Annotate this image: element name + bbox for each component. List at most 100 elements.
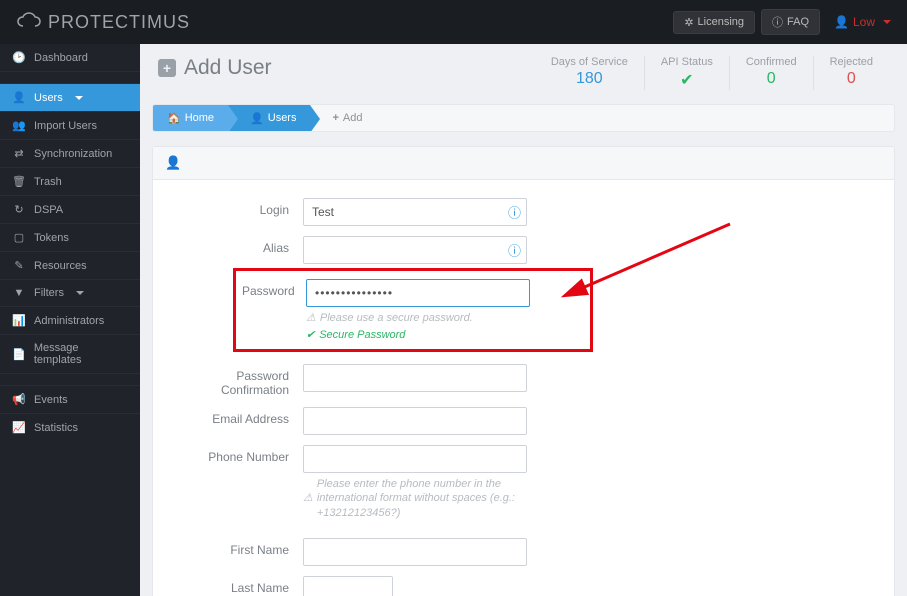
- breadcrumb-label: Add: [343, 112, 363, 124]
- topbar: PROTECTIMUS ✲ Licensing ⓘ FAQ 👤 Low: [0, 0, 907, 44]
- stat-value: 180: [551, 70, 628, 88]
- breadcrumb: 🏠 Home 👤 Users + Add: [152, 104, 895, 132]
- sidebar-label: Resources: [34, 260, 87, 272]
- stat-confirmed: Confirmed 0: [729, 56, 813, 90]
- stats-bar: Days of Service 180 API Status ✔ Confirm…: [535, 56, 889, 90]
- info-icon[interactable]: ⓘ: [508, 203, 521, 222]
- sun-icon: ✲: [684, 16, 693, 29]
- stat-value: 0: [746, 70, 797, 88]
- stat-days-of-service: Days of Service 180: [535, 56, 644, 90]
- sidebar-item-message-templates[interactable]: 📄Message templates: [0, 334, 140, 373]
- password-highlight-box: Password ⚠Please use a secure password. …: [233, 268, 593, 352]
- users-icon: 👤: [12, 91, 26, 104]
- sidebar-label: Administrators: [34, 315, 104, 327]
- stat-value: 0: [830, 70, 873, 88]
- breadcrumb-label: Home: [185, 112, 214, 124]
- admin-icon: 📊: [12, 314, 26, 327]
- sidebar: 🕑 Dashboard 👤Users 👥 Import Users ⇄Synchro…: [0, 44, 140, 596]
- breadcrumb-label: Users: [268, 112, 297, 124]
- sidebar-label: DSPA: [34, 204, 63, 216]
- alias-label: Alias: [173, 236, 303, 255]
- info-icon[interactable]: ⓘ: [508, 241, 521, 260]
- stat-label: Days of Service: [551, 56, 628, 68]
- password-hint: ⚠Please use a secure password.: [306, 311, 530, 324]
- form-panel: 👤 Login ⓘ Alias ⓘ: [152, 146, 895, 596]
- info-icon: ⓘ: [772, 14, 783, 30]
- user-dropdown[interactable]: 👤 Low: [826, 15, 891, 29]
- resources-icon: ✎: [12, 259, 26, 272]
- warning-icon: ⚠: [306, 311, 316, 324]
- warning-icon: ⚠: [303, 491, 313, 505]
- sidebar-label: Dashboard: [34, 52, 88, 64]
- sidebar-item-administrators[interactable]: 📊 Administrators: [0, 306, 140, 334]
- stat-api-status: API Status ✔: [644, 56, 729, 90]
- sidebar-label: Statistics: [34, 422, 78, 434]
- login-input[interactable]: [303, 198, 527, 226]
- licensing-button[interactable]: ✲ Licensing: [673, 11, 755, 34]
- user-icon: 👤: [834, 15, 849, 29]
- cloud-lock-icon: [16, 12, 42, 32]
- check-circle-icon: ✔: [306, 328, 315, 341]
- sidebar-label: Import Users: [34, 120, 97, 132]
- sidebar-label: Synchronization: [34, 148, 112, 160]
- stat-label: Rejected: [830, 56, 873, 68]
- sidebar-label: Tokens: [34, 232, 69, 244]
- sidebar-item-trash[interactable]: 🗑 Trash: [0, 167, 140, 195]
- dashboard-icon: 🕑: [12, 51, 26, 64]
- trash-icon: 🗑: [12, 175, 26, 188]
- last-name-label: Last Name: [173, 576, 303, 595]
- first-name-label: First Name: [173, 538, 303, 557]
- sidebar-item-filters[interactable]: ▼ Filters: [0, 279, 140, 306]
- brand-text: PROTECTIMUS: [48, 12, 190, 33]
- user-icon: 👤: [250, 112, 264, 125]
- panel-header: 👤: [153, 147, 894, 180]
- panel-body: Login ⓘ Alias ⓘ: [153, 180, 894, 596]
- sidebar-item-statistics[interactable]: 📈 Statistics: [0, 413, 140, 441]
- page-title: + Add User: [158, 56, 272, 80]
- sidebar-item-resources[interactable]: ✎ Resources: [0, 251, 140, 279]
- sidebar-item-events[interactable]: 📢 Events: [0, 385, 140, 413]
- stats-icon: 📈: [12, 421, 26, 434]
- breadcrumb-home[interactable]: 🏠 Home: [153, 105, 228, 131]
- alias-input[interactable]: [303, 236, 527, 264]
- events-icon: 📢: [12, 393, 26, 406]
- last-name-input[interactable]: [303, 576, 393, 596]
- password-secure-indicator: ✔Secure Password: [306, 328, 530, 341]
- password-confirm-input[interactable]: [303, 364, 527, 392]
- home-icon: 🏠: [167, 112, 181, 125]
- stat-rejected: Rejected 0: [813, 56, 889, 90]
- sidebar-label: Events: [34, 394, 68, 406]
- import-icon: 👥: [12, 119, 26, 132]
- first-name-input[interactable]: [303, 538, 527, 566]
- phone-label: Phone Number: [173, 445, 303, 464]
- password-confirm-label: Password Confirmation: [173, 364, 303, 397]
- sidebar-item-users[interactable]: 👤Users: [0, 83, 140, 111]
- licensing-label: Licensing: [698, 16, 744, 28]
- password-input[interactable]: [306, 279, 530, 307]
- main-content: + Add User Days of Service 180 API Statu…: [140, 44, 907, 596]
- plus-icon: +: [332, 112, 338, 124]
- filter-icon: ▼: [12, 287, 26, 299]
- email-input[interactable]: [303, 407, 527, 435]
- faq-button[interactable]: ⓘ FAQ: [761, 9, 820, 35]
- check-icon: ✔: [661, 70, 713, 90]
- sidebar-item-import-users[interactable]: 👥 Import Users: [0, 111, 140, 139]
- breadcrumb-users[interactable]: 👤 Users: [228, 105, 310, 131]
- password-label: Password: [242, 279, 306, 341]
- template-icon: 📄: [12, 348, 26, 361]
- faq-label: FAQ: [787, 16, 809, 28]
- sidebar-item-dashboard[interactable]: 🕑 Dashboard: [0, 44, 140, 71]
- phone-hint: ⚠Please enter the phone number in the in…: [303, 477, 543, 520]
- sidebar-item-tokens[interactable]: ▢ Tokens: [0, 223, 140, 251]
- sidebar-label: Filters: [34, 287, 64, 299]
- sidebar-item-dspa[interactable]: ↻ DSPA: [0, 195, 140, 223]
- sidebar-label: Trash: [34, 176, 62, 188]
- login-label: Login: [173, 198, 303, 217]
- sidebar-item-synchronization[interactable]: ⇄Synchronization: [0, 139, 140, 167]
- tokens-icon: ▢: [12, 231, 26, 244]
- stat-label: Confirmed: [746, 56, 797, 68]
- phone-input[interactable]: [303, 445, 527, 473]
- refresh-icon: ↻: [12, 203, 26, 216]
- brand-logo: PROTECTIMUS: [16, 12, 190, 33]
- page-header: + Add User Days of Service 180 API Statu…: [140, 44, 907, 96]
